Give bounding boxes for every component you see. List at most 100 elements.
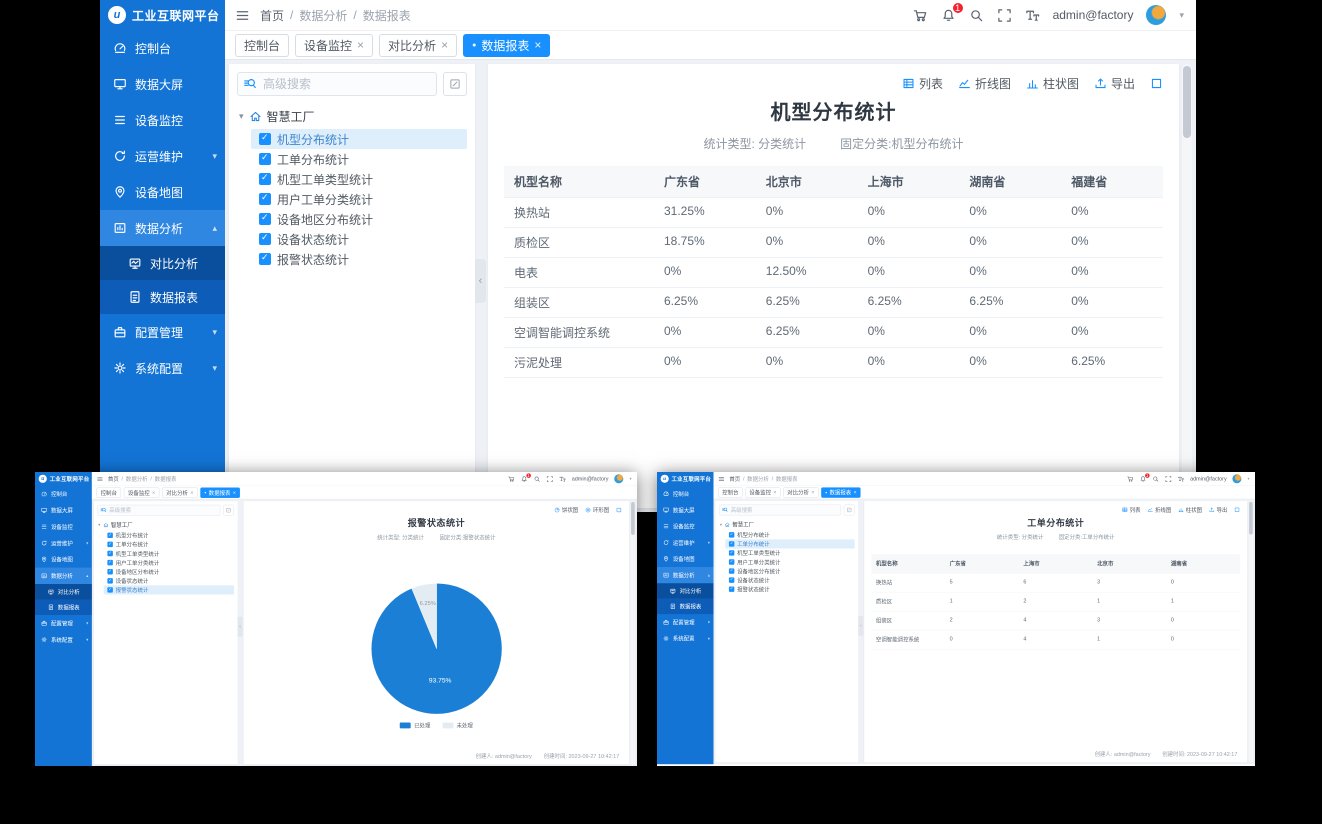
bell-icon[interactable]: 1 (1139, 475, 1146, 482)
checkbox-checked-icon[interactable] (729, 577, 734, 582)
toolbar-button[interactable]: 饼状图 (554, 506, 578, 514)
tree-item[interactable]: 机型分布统计 (725, 530, 854, 539)
tree-item[interactable]: 设备状态统计 (104, 576, 234, 585)
checkbox-checked-icon[interactable] (729, 568, 734, 573)
checkbox-checked-icon[interactable] (729, 586, 734, 591)
checkbox-checked-icon[interactable] (259, 233, 271, 245)
sidebar-item[interactable]: 数据分析 ▴ (35, 568, 92, 584)
cart-icon[interactable] (913, 8, 928, 23)
tree-item[interactable]: 用户工单分类统计 (725, 557, 854, 566)
logo[interactable]: u 工业互联网平台 (100, 0, 225, 30)
sidebar-item[interactable]: 数据分析 ▴ (100, 210, 225, 246)
checkbox-checked-icon[interactable] (107, 533, 112, 538)
tree-item[interactable]: 报警状态统计 (251, 249, 467, 269)
sidebar-item[interactable]: 设备地图 (657, 551, 714, 567)
tree-item[interactable]: 工单分布统计 (104, 540, 234, 549)
checkbox-checked-icon[interactable] (107, 542, 112, 547)
scrollbar-thumb[interactable] (631, 502, 635, 535)
pie-chart[interactable]: 93.75% 6.25% (370, 582, 503, 715)
sidebar-item[interactable]: 设备监控 (100, 102, 225, 138)
tab[interactable]: ● 数据报表 × (463, 34, 550, 57)
hamburger-menu-icon[interactable] (96, 475, 103, 482)
tree-item[interactable]: 机型工单类型统计 (725, 548, 854, 557)
bell-icon[interactable]: 1 (941, 8, 956, 23)
caret-down-icon[interactable]: ▾ (239, 111, 244, 122)
sidebar-item[interactable]: 数据大屏 (657, 502, 714, 518)
checkbox-checked-icon[interactable] (259, 173, 271, 185)
tab-close-icon[interactable]: × (534, 38, 541, 52)
legend-item[interactable]: 未处理 (442, 722, 473, 730)
tree-root[interactable]: ▾ 智慧工厂 (98, 521, 234, 529)
avatar[interactable] (614, 474, 623, 483)
username[interactable]: admin@factory (1190, 476, 1227, 482)
tab-close-icon[interactable]: × (441, 38, 448, 52)
sidebar-item[interactable]: 设备监控 (657, 518, 714, 534)
sidebar-item[interactable]: 运营维护 ▾ (100, 138, 225, 174)
collapse-panel-handle[interactable]: ‹ (475, 259, 486, 303)
tab[interactable]: 对比分析 × (783, 487, 818, 497)
sidebar-item[interactable]: 系统配置 ▾ (657, 630, 714, 646)
tab[interactable]: 控制台 (235, 34, 289, 57)
sidebar-item[interactable]: 控制台 (657, 486, 714, 502)
tree-item[interactable]: 机型分布统计 (104, 531, 234, 540)
tree-search-input[interactable] (719, 505, 841, 516)
collapse-panel-handle[interactable]: ‹ (238, 617, 243, 637)
caret-down-icon[interactable]: ▾ (98, 523, 100, 528)
edit-button[interactable] (223, 505, 234, 516)
checkbox-checked-icon[interactable] (259, 193, 271, 205)
scrollbar-thumb[interactable] (1183, 66, 1191, 138)
checkbox-checked-icon[interactable] (729, 550, 734, 555)
sidebar-item[interactable]: 控制台 (100, 30, 225, 66)
sidebar-item[interactable]: 数据大屏 (100, 66, 225, 102)
scrollbar[interactable] (1182, 64, 1192, 508)
search-icon[interactable] (533, 475, 540, 482)
sidebar-item[interactable]: 运营维护 ▾ (35, 535, 92, 551)
sidebar-item[interactable]: 对比分析 (657, 583, 714, 598)
tree-item[interactable]: 工单分布统计 (725, 539, 854, 548)
avatar[interactable] (1146, 5, 1166, 25)
fullscreen-icon[interactable] (997, 8, 1012, 23)
tab[interactable]: 设备监控 × (745, 487, 780, 497)
logo[interactable]: u 工业互联网平台 (657, 472, 714, 486)
tree-item[interactable]: 机型工单类型统计 (104, 549, 234, 558)
search-icon[interactable] (969, 8, 984, 23)
caret-down-icon[interactable]: ▾ (1248, 476, 1250, 481)
sidebar-item[interactable]: 配置管理 ▾ (35, 615, 92, 631)
legend-item[interactable]: 已处理 (400, 722, 431, 730)
sidebar-item[interactable]: 设备监控 (35, 518, 92, 534)
sidebar-item[interactable]: 数据报表 (100, 280, 225, 314)
checkbox-checked-icon[interactable] (259, 133, 271, 145)
checkbox-checked-icon[interactable] (729, 532, 734, 537)
checkbox-checked-icon[interactable] (107, 587, 112, 592)
toolbar-button[interactable]: 柱状图 (1178, 506, 1202, 514)
username[interactable]: admin@factory (572, 476, 609, 482)
cart-icon[interactable] (508, 475, 515, 482)
toolbar-button[interactable]: 环形图 (585, 506, 609, 514)
checkbox-checked-icon[interactable] (107, 569, 112, 574)
tab[interactable]: ● 数据报表 × (200, 487, 240, 497)
tab[interactable]: 对比分析 × (379, 34, 457, 57)
sidebar-item[interactable]: 对比分析 (100, 246, 225, 280)
username[interactable]: admin@factory (1053, 8, 1134, 22)
tab-close-icon[interactable]: × (853, 489, 856, 495)
search-icon[interactable] (1152, 475, 1159, 482)
avatar[interactable] (1233, 474, 1242, 483)
sidebar-item[interactable]: 数据分析 ▴ (657, 567, 714, 583)
tab[interactable]: 对比分析 × (162, 487, 198, 497)
toolbar-button[interactable] (1234, 507, 1240, 513)
checkbox-checked-icon[interactable] (259, 253, 271, 265)
tree-item[interactable]: 设备状态统计 (725, 576, 854, 585)
tab-close-icon[interactable]: × (152, 489, 155, 495)
tab[interactable]: ● 数据报表 × (821, 487, 860, 497)
toolbar-button[interactable] (1150, 77, 1163, 90)
tree-root[interactable]: ▾ 智慧工厂 (239, 108, 467, 125)
tab-close-icon[interactable]: × (190, 489, 193, 495)
sidebar-item[interactable]: 控制台 (35, 486, 92, 502)
sidebar-item[interactable]: 系统配置 ▾ (35, 631, 92, 647)
tree-item[interactable]: 机型工单类型统计 (251, 169, 467, 189)
tree-item[interactable]: 用户工单分类统计 (251, 189, 467, 209)
toolbar-button[interactable] (616, 507, 622, 513)
tab[interactable]: 控制台 (96, 487, 121, 497)
tree-item[interactable]: 设备地区分布统计 (104, 567, 234, 576)
sidebar-item[interactable]: 运营维护 ▾ (657, 534, 714, 550)
